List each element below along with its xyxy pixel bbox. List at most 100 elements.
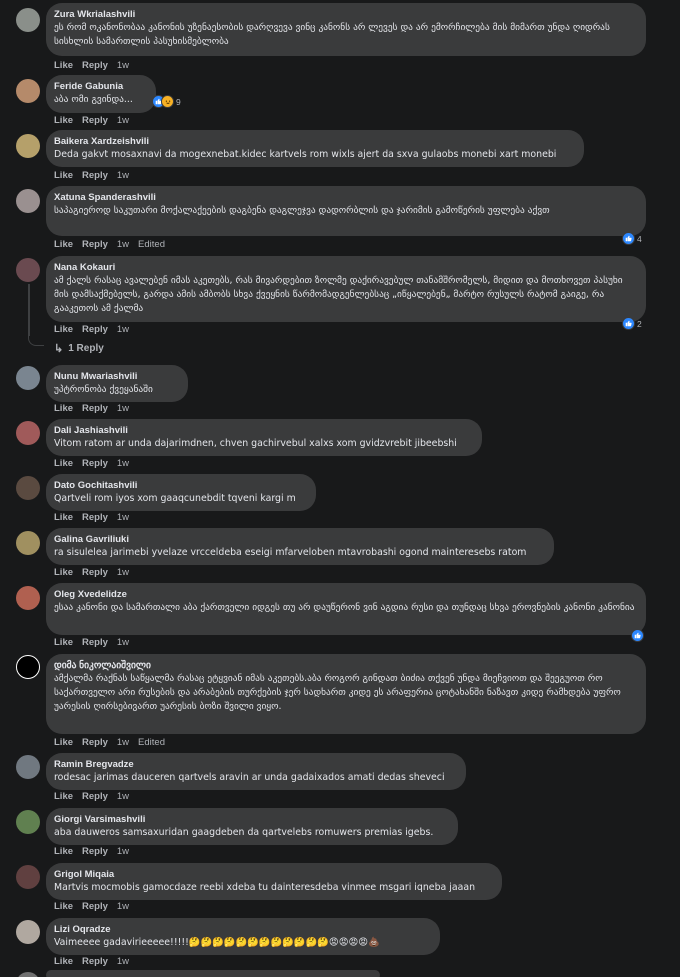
like-button[interactable]: Like [54, 458, 73, 469]
avatar[interactable] [16, 972, 40, 977]
comment-author[interactable]: Grigol Miqaia [54, 869, 493, 881]
edited-label[interactable]: Edited [138, 239, 165, 250]
comment-author[interactable]: Feride Gabunia [54, 81, 147, 93]
comment-author[interactable]: Ramin Bregvadze [54, 759, 457, 771]
like-button[interactable]: Like [54, 115, 73, 126]
like-button[interactable]: Like [54, 737, 73, 748]
comment-actions: Like Reply 1w Edited [54, 737, 165, 748]
reply-button[interactable]: Reply [82, 637, 108, 648]
comment-timestamp[interactable]: 1w [117, 637, 129, 648]
view-replies-link[interactable]: ↳ 1 Reply [54, 342, 104, 355]
reply-button[interactable]: Reply [82, 170, 108, 181]
comment-author[interactable]: Dali Jashiashvili [54, 425, 473, 437]
like-button[interactable]: Like [54, 956, 73, 967]
reaction-summary[interactable]: 4 [622, 232, 642, 245]
reaction-summary[interactable]: 9 [152, 95, 181, 108]
like-button[interactable]: Like [54, 901, 73, 912]
reaction-count: 9 [176, 96, 181, 107]
avatar[interactable] [16, 134, 40, 158]
like-button[interactable]: Like [54, 512, 73, 523]
avatar[interactable] [16, 421, 40, 445]
comment-author[interactable]: Galina Gavriliuki [54, 534, 545, 546]
comment-timestamp[interactable]: 1w [117, 567, 129, 578]
comment-timestamp[interactable]: 1w [117, 901, 129, 912]
comment-timestamp[interactable]: 1w [117, 115, 129, 126]
comment-timestamp[interactable]: 1w [117, 239, 129, 250]
avatar[interactable] [16, 79, 40, 103]
reply-button[interactable]: Reply [82, 512, 108, 523]
comment-actions: Like Reply 1w [54, 567, 138, 578]
like-button[interactable]: Like [54, 846, 73, 857]
avatar[interactable] [16, 531, 40, 555]
avatar[interactable] [16, 8, 40, 32]
comment-actions: Like Reply 1w [54, 403, 138, 414]
comment-timestamp[interactable]: 1w [117, 170, 129, 181]
comment-author[interactable]: Nunu Mwariashvili [54, 371, 179, 383]
reaction-summary[interactable]: 2 [622, 317, 642, 330]
comment-timestamp[interactable]: 1w [117, 956, 129, 967]
comment-timestamp[interactable]: 1w [117, 403, 129, 414]
reply-button[interactable]: Reply [82, 737, 108, 748]
comment-timestamp[interactable]: 1w [117, 791, 129, 802]
thread-line [28, 284, 30, 336]
avatar[interactable] [16, 755, 40, 779]
like-button[interactable]: Like [54, 60, 73, 71]
reply-button[interactable]: Reply [82, 846, 108, 857]
comment-bubble: დიმა ნიკოლაიშვილი ამქალმა რაქნას საწყალმ… [46, 654, 646, 734]
comment-timestamp[interactable]: 1w [117, 458, 129, 469]
comment-timestamp[interactable]: 1w [117, 737, 129, 748]
avatar[interactable] [16, 366, 40, 390]
avatar[interactable] [16, 920, 40, 944]
comment-author[interactable]: Xatuna Spanderashvili [54, 192, 637, 204]
comment-timestamp[interactable]: 1w [117, 324, 129, 335]
comment-author[interactable]: Oleg Xvedelidze [54, 589, 637, 601]
comment-timestamp[interactable]: 1w [117, 60, 129, 71]
comment-timestamp[interactable]: 1w [117, 846, 129, 857]
comment-author[interactable]: Nana Kokauri [54, 262, 637, 274]
reply-button[interactable]: Reply [82, 791, 108, 802]
comment-author[interactable]: Zura Wkrialashvili [54, 9, 637, 21]
reply-button[interactable]: Reply [82, 115, 108, 126]
reply-button[interactable]: Reply [82, 403, 108, 414]
avatar[interactable] [16, 189, 40, 213]
like-button[interactable]: Like [54, 324, 73, 335]
comment-author[interactable]: Lizi Oqradze [54, 924, 431, 936]
reaction-summary[interactable] [631, 629, 644, 642]
reaction-count: 2 [637, 318, 642, 329]
comment-timestamp[interactable]: 1w [117, 512, 129, 523]
comment-author[interactable]: Dato Gochitashvili [54, 480, 307, 492]
avatar[interactable] [16, 655, 40, 679]
reply-button[interactable]: Reply [82, 901, 108, 912]
comment-actions: Like Reply 1w [54, 324, 138, 335]
avatar[interactable] [16, 586, 40, 610]
comment-author[interactable]: დიმა ნიკოლაიშვილი [54, 660, 637, 672]
reply-button[interactable]: Reply [82, 956, 108, 967]
avatar[interactable] [16, 810, 40, 834]
reply-button[interactable]: Reply [82, 324, 108, 335]
comment-bubble: Feride Gabunia აბა ომი გვინდა... [46, 75, 156, 113]
comment-text: Martvis mocmobis gamocdaze reebi xdeba t… [54, 882, 476, 893]
like-reaction-icon [622, 232, 635, 245]
like-button[interactable]: Like [54, 170, 73, 181]
like-button[interactable]: Like [54, 791, 73, 802]
reply-button[interactable]: Reply [82, 458, 108, 469]
comment-actions: Like Reply 1w [54, 60, 138, 71]
comment-text: ესაა კანონი და სამართალი აბა ქართველი იდ… [54, 602, 635, 613]
like-button[interactable]: Like [54, 403, 73, 414]
reply-button[interactable]: Reply [82, 60, 108, 71]
like-reaction-icon [631, 629, 644, 642]
like-button[interactable]: Like [54, 567, 73, 578]
edited-label[interactable]: Edited [138, 737, 165, 748]
comment-text: Vitom ratom ar unda dajarimdnen, chven g… [54, 438, 457, 449]
haha-reaction-icon [161, 95, 174, 108]
avatar[interactable] [16, 258, 40, 282]
like-button[interactable]: Like [54, 239, 73, 250]
avatar[interactable] [16, 476, 40, 500]
like-button[interactable]: Like [54, 637, 73, 648]
comment-author[interactable]: Giorgi Varsimashvili [54, 814, 449, 826]
comment-author[interactable]: Baikera Xardzeishvili [54, 136, 575, 148]
reply-button[interactable]: Reply [82, 239, 108, 250]
comment-bubble: Xatuna Spanderashvili საპაგიეროდ საკუთარ… [46, 186, 646, 236]
avatar[interactable] [16, 865, 40, 889]
reply-button[interactable]: Reply [82, 567, 108, 578]
